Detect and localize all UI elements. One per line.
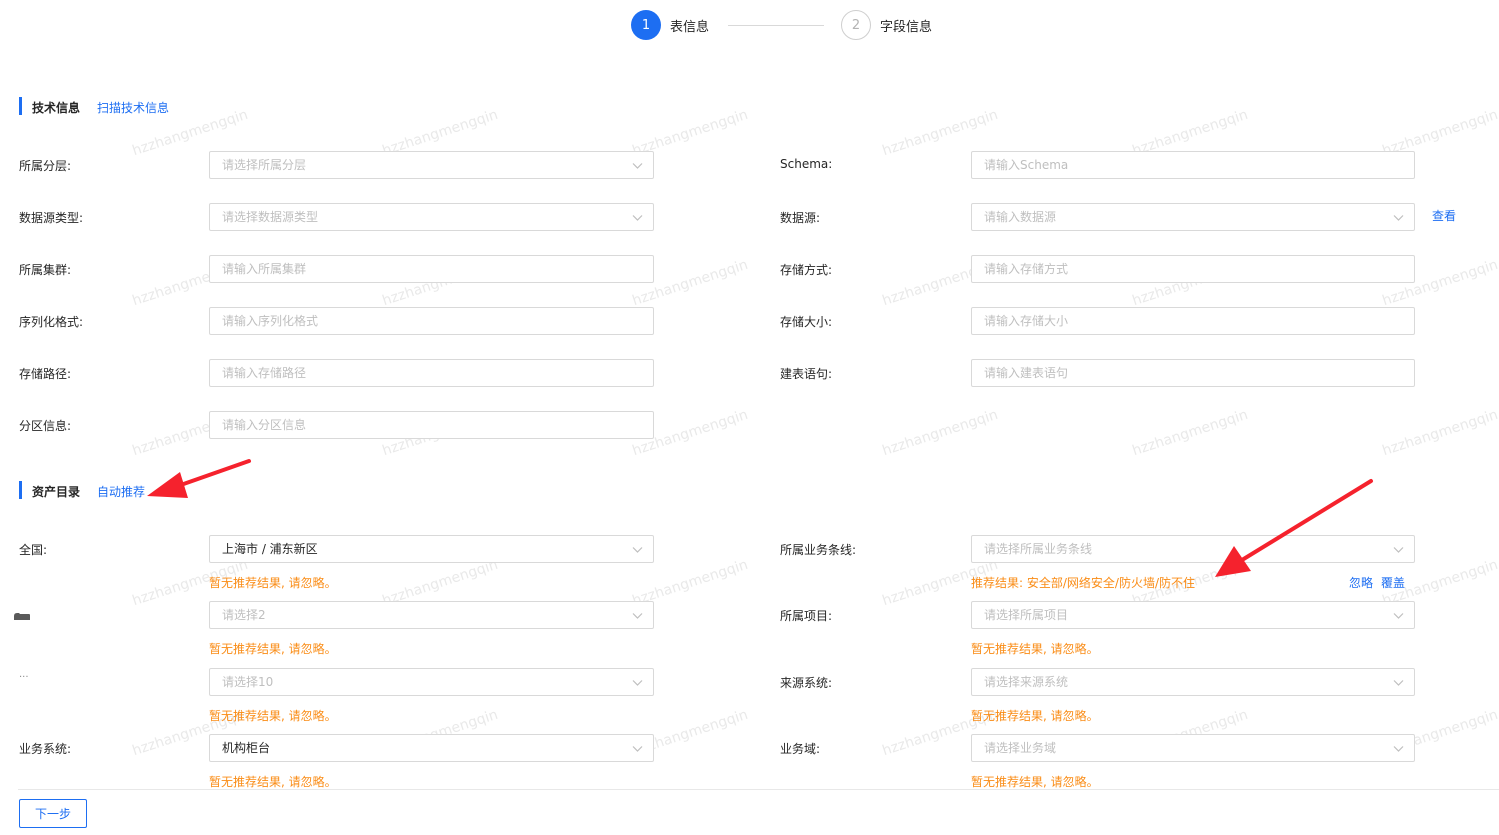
region-hint: 暂无推荐结果, 请忽略。 xyxy=(209,576,337,590)
chevron-down-icon xyxy=(1393,610,1404,621)
annotation-arrow-auto-recommend xyxy=(147,459,251,498)
cluster-input-field[interactable] xyxy=(210,256,653,282)
chevron-down-icon xyxy=(1393,743,1404,754)
schema-label: Schema: xyxy=(780,157,833,171)
chevron-down-icon xyxy=(632,677,643,688)
ddl-label: 建表语句: xyxy=(780,367,833,381)
watermark-text: hzzhangmengqin xyxy=(880,406,1000,460)
step-1-label: 表信息 xyxy=(670,20,710,35)
asset-section-title: 资产目录 xyxy=(32,485,81,499)
datasource-placeholder: 请输入数据源 xyxy=(984,210,1057,224)
region-value: 上海市 / 浦东新区 xyxy=(222,542,318,556)
step-2-label: 字段信息 xyxy=(880,20,933,35)
step-2-number: 2 xyxy=(851,17,861,33)
select10-placeholder: 请选择10 xyxy=(222,675,274,689)
tech-section-marker xyxy=(19,97,22,115)
chevron-down-icon xyxy=(632,160,643,171)
ds-type-label: 数据源类型: xyxy=(19,211,84,225)
layer-placeholder: 请选择所属分层 xyxy=(222,158,307,172)
select10-hint: 暂无推荐结果, 请忽略。 xyxy=(209,709,337,723)
source-system-placeholder: 请选择来源系统 xyxy=(984,675,1069,689)
select10-select[interactable]: 请选择10 xyxy=(209,668,654,696)
business-line-recommendation: 推荐结果: 安全部/网络安全/防火墙/防不住 xyxy=(971,576,1195,590)
biz-system-hint: 暂无推荐结果, 请忽略。 xyxy=(209,775,337,789)
override-recommendation-link[interactable]: 覆盖 xyxy=(1381,574,1405,591)
partition-input[interactable] xyxy=(209,411,654,439)
cluster-input[interactable] xyxy=(209,255,654,283)
storage-size-input[interactable] xyxy=(971,307,1415,335)
business-line-select[interactable]: 请选择所属业务条线 xyxy=(971,535,1415,563)
asset-section-marker xyxy=(19,481,22,499)
source-system-label: 来源系统: xyxy=(780,676,833,690)
biz-system-select[interactable]: 机构柜台 xyxy=(209,734,654,762)
ds-type-placeholder: 请选择数据源类型 xyxy=(222,210,319,224)
chevron-down-icon xyxy=(632,743,643,754)
select2-placeholder: 请选择2 xyxy=(222,608,266,622)
step-connector xyxy=(728,25,824,26)
ddl-input-field[interactable] xyxy=(972,360,1414,386)
select2-select[interactable]: 请选择2 xyxy=(209,601,654,629)
source-system-hint: 暂无推荐结果, 请忽略。 xyxy=(971,709,1099,723)
serialization-label: 序列化格式: xyxy=(19,315,84,329)
watermark-text: hzzhangmengqin xyxy=(1380,406,1499,460)
chevron-down-icon xyxy=(632,544,643,555)
storage-path-input-field[interactable] xyxy=(210,360,653,386)
biz-system-label: 业务系统: xyxy=(19,742,72,756)
step-1-number: 1 xyxy=(641,17,651,33)
chevron-down-icon xyxy=(1393,677,1404,688)
select10-label: ··· xyxy=(19,672,29,683)
view-datasource-link[interactable]: 查看 xyxy=(1432,207,1456,224)
step-2-indicator: 2 xyxy=(841,10,871,40)
serialization-input-field[interactable] xyxy=(210,308,653,334)
serialization-input[interactable] xyxy=(209,307,654,335)
footer-divider xyxy=(18,789,1499,790)
step-1-indicator: 1 xyxy=(631,10,661,40)
scan-tech-info-link[interactable]: 扫描技术信息 xyxy=(97,99,169,116)
project-placeholder: 请选择所属项目 xyxy=(984,608,1069,622)
chevron-down-icon xyxy=(632,212,643,223)
chevron-down-icon xyxy=(1393,212,1404,223)
cluster-label: 所属集群: xyxy=(19,263,72,277)
next-step-button[interactable]: 下一步 xyxy=(19,799,87,828)
auto-recommend-link[interactable]: 自动推荐 xyxy=(97,483,145,500)
select2-hint: 暂无推荐结果, 请忽略。 xyxy=(209,642,337,656)
partition-label: 分区信息: xyxy=(19,419,72,433)
business-line-label: 所属业务条线: xyxy=(780,543,857,557)
storage-mode-label: 存储方式: xyxy=(780,263,833,277)
source-system-select[interactable]: 请选择来源系统 xyxy=(971,668,1415,696)
ds-type-select[interactable]: 请选择数据源类型 xyxy=(209,203,654,231)
region-label: 全国: xyxy=(19,543,48,557)
storage-mode-input[interactable] xyxy=(971,255,1415,283)
business-line-placeholder: 请选择所属业务条线 xyxy=(984,542,1093,556)
datasource-select[interactable]: 请输入数据源 xyxy=(971,203,1415,231)
chevron-down-icon xyxy=(632,610,643,621)
schema-input[interactable] xyxy=(971,151,1415,179)
biz-system-value: 机构柜台 xyxy=(222,741,271,755)
partition-input-field[interactable] xyxy=(210,412,653,438)
biz-domain-placeholder: 请选择业务域 xyxy=(984,741,1057,755)
storage-mode-input-field[interactable] xyxy=(972,256,1414,282)
layer-label: 所属分层: xyxy=(19,159,72,173)
project-label: 所属项目: xyxy=(780,609,833,623)
layer-select[interactable]: 请选择所属分层 xyxy=(209,151,654,179)
ddl-input[interactable] xyxy=(971,359,1415,387)
ignore-recommendation-link[interactable]: 忽略 xyxy=(1349,574,1373,591)
datasource-label: 数据源: xyxy=(780,211,821,225)
project-hint: 暂无推荐结果, 请忽略。 xyxy=(971,642,1099,656)
project-select[interactable]: 请选择所属项目 xyxy=(971,601,1415,629)
region-cascader[interactable]: 上海市 / 浦东新区 xyxy=(209,535,654,563)
biz-domain-hint: 暂无推荐结果, 请忽略。 xyxy=(971,775,1099,789)
storage-size-input-field[interactable] xyxy=(972,308,1414,334)
chevron-down-icon xyxy=(1393,544,1404,555)
redacted-label-icon xyxy=(13,610,31,620)
storage-path-label: 存储路径: xyxy=(19,367,72,381)
watermark-text: hzzhangmengqin xyxy=(1130,406,1250,460)
storage-path-input[interactable] xyxy=(209,359,654,387)
tech-section-title: 技术信息 xyxy=(32,101,81,115)
storage-size-label: 存储大小: xyxy=(780,315,833,329)
biz-domain-label: 业务域: xyxy=(780,742,821,756)
schema-input-field[interactable] xyxy=(972,152,1414,178)
biz-domain-select[interactable]: 请选择业务域 xyxy=(971,734,1415,762)
